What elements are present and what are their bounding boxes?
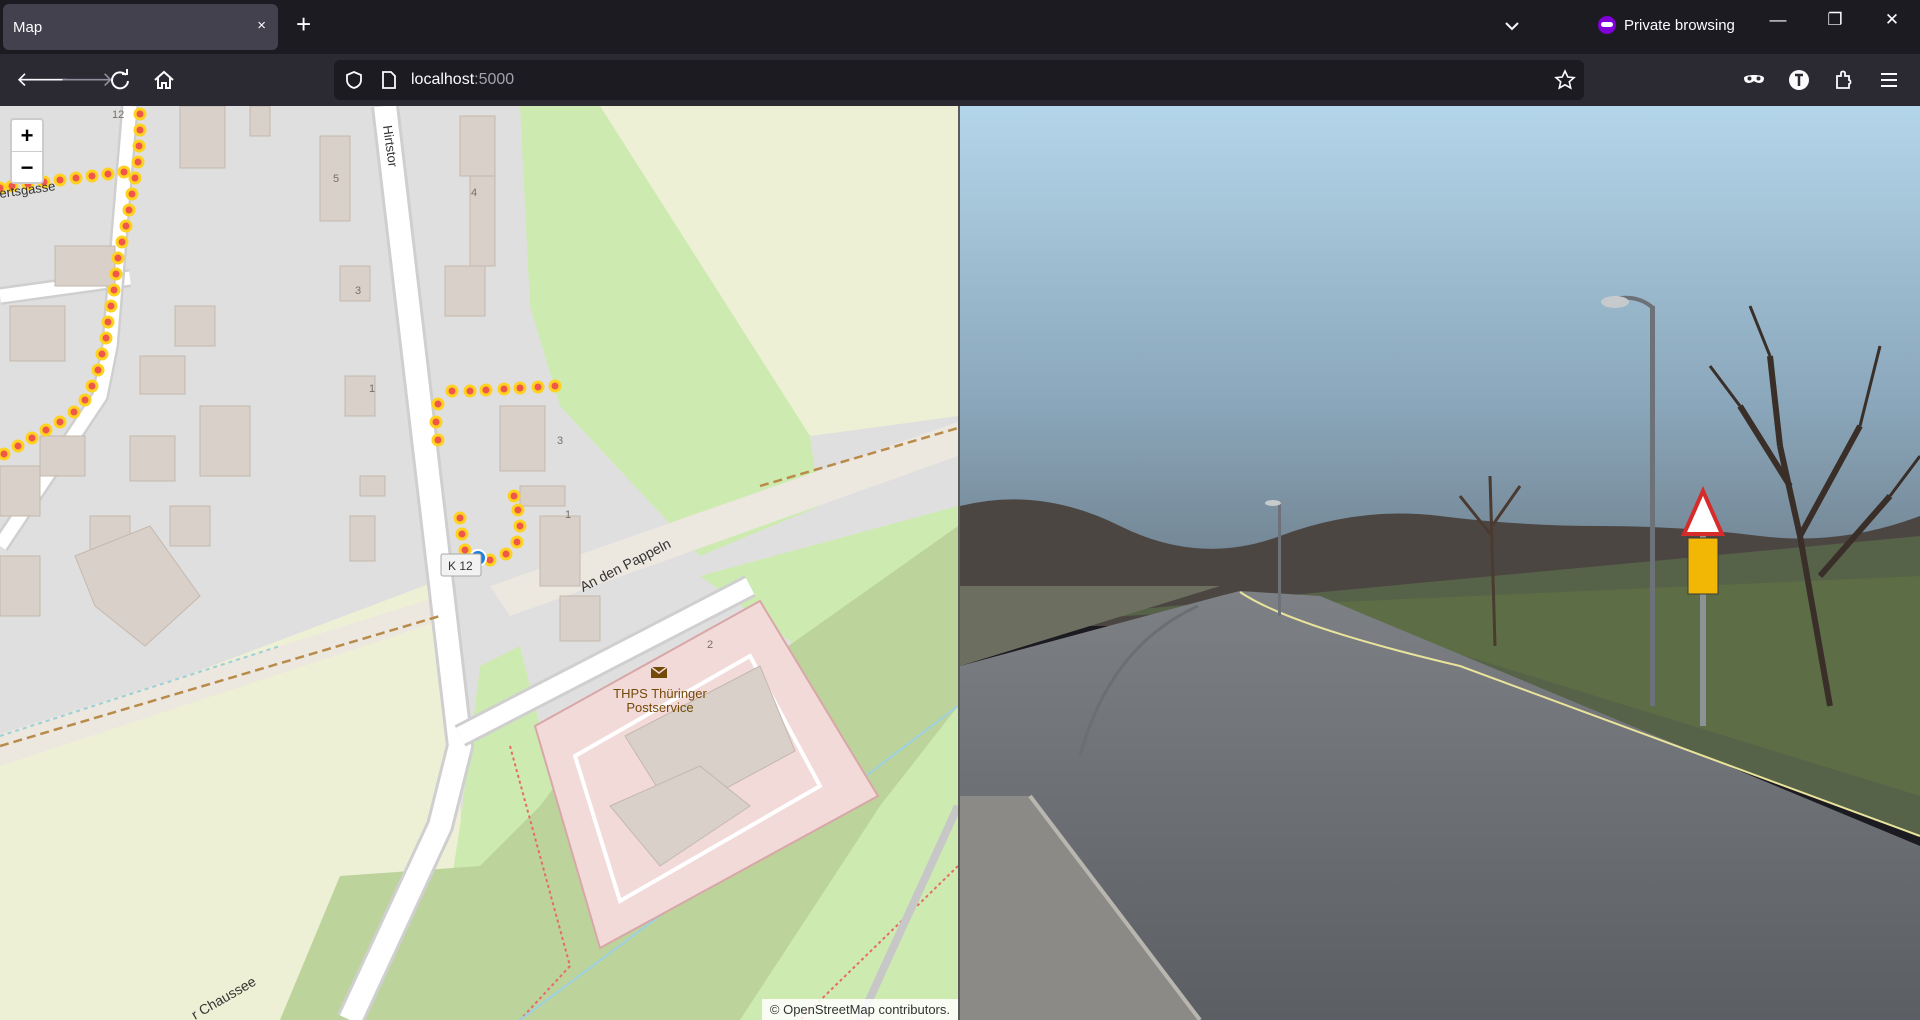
minimize-button[interactable]: — (1763, 10, 1793, 30)
housenumber-label: 2 (707, 639, 713, 651)
housenumber-label: 5 (333, 173, 339, 185)
private-browsing-indicator: Private browsing (1598, 16, 1735, 34)
tab-bar: Map × + Private browsing — ❐ ✕ (0, 0, 1920, 54)
map-canvas[interactable]: Hirtstor An den Pappeln r Chaussee ertsg… (0, 106, 958, 1020)
tab-map[interactable]: Map × (3, 4, 278, 50)
poi-name-line-1: THPS Thüringer (613, 686, 707, 701)
poi-name-line-2: Postservice (626, 700, 693, 715)
url-bar[interactable]: localhost:5000 (334, 60, 1584, 100)
forward-button[interactable]: 🡒 (60, 66, 114, 94)
new-tab-button[interactable]: + (296, 11, 311, 37)
photo-canvas (960, 106, 1920, 1020)
housenumber-label: 3 (355, 285, 361, 297)
close-window-button[interactable]: ✕ (1877, 10, 1907, 30)
page-content: Hirtstor An den Pappeln r Chaussee ertsg… (0, 106, 1920, 1020)
nav-toolbar: 🡐 🡒 localhost:5000 (0, 54, 1920, 106)
private-mask-icon (1598, 16, 1616, 34)
bookmark-star-icon[interactable] (1554, 69, 1576, 91)
housenumber-label: 1 (369, 383, 375, 395)
zoom-in-button[interactable]: + (12, 120, 42, 151)
private-mask-toolbar-icon[interactable] (1740, 66, 1768, 94)
housenumber-label: 12 (112, 109, 124, 121)
account-avatar-icon[interactable] (1785, 66, 1813, 94)
housenumber-label: 3 (557, 435, 563, 447)
housenumber-label: 1 (565, 509, 571, 521)
private-browsing-label: Private browsing (1624, 16, 1735, 34)
shield-icon[interactable] (344, 70, 364, 90)
page-icon (382, 71, 396, 89)
street-level-photo[interactable] (960, 106, 1920, 1020)
reload-icon[interactable] (106, 66, 134, 94)
menu-icon[interactable] (1875, 66, 1903, 94)
tab-title: Map (13, 19, 43, 36)
chevron-down-icon[interactable] (1502, 16, 1522, 36)
url-host: localhost (411, 71, 475, 88)
back-button[interactable]: 🡐 (16, 66, 70, 94)
extensions-icon[interactable] (1830, 66, 1858, 94)
map-attribution[interactable]: © OpenStreetMap contributors. (761, 999, 958, 1020)
map-view[interactable]: Hirtstor An den Pappeln r Chaussee ertsg… (0, 106, 958, 1020)
housenumber-label: 4 (471, 187, 477, 199)
tab-close-icon[interactable]: × (257, 17, 266, 34)
zoom-out-button[interactable]: − (12, 151, 42, 183)
restore-button[interactable]: ❐ (1820, 10, 1850, 30)
url-port: :5000 (474, 71, 515, 88)
home-icon[interactable] (150, 66, 178, 94)
url-text: localhost:5000 (411, 71, 514, 89)
zoom-control: + − (10, 118, 44, 184)
road-ref-label: K 12 (448, 559, 473, 573)
